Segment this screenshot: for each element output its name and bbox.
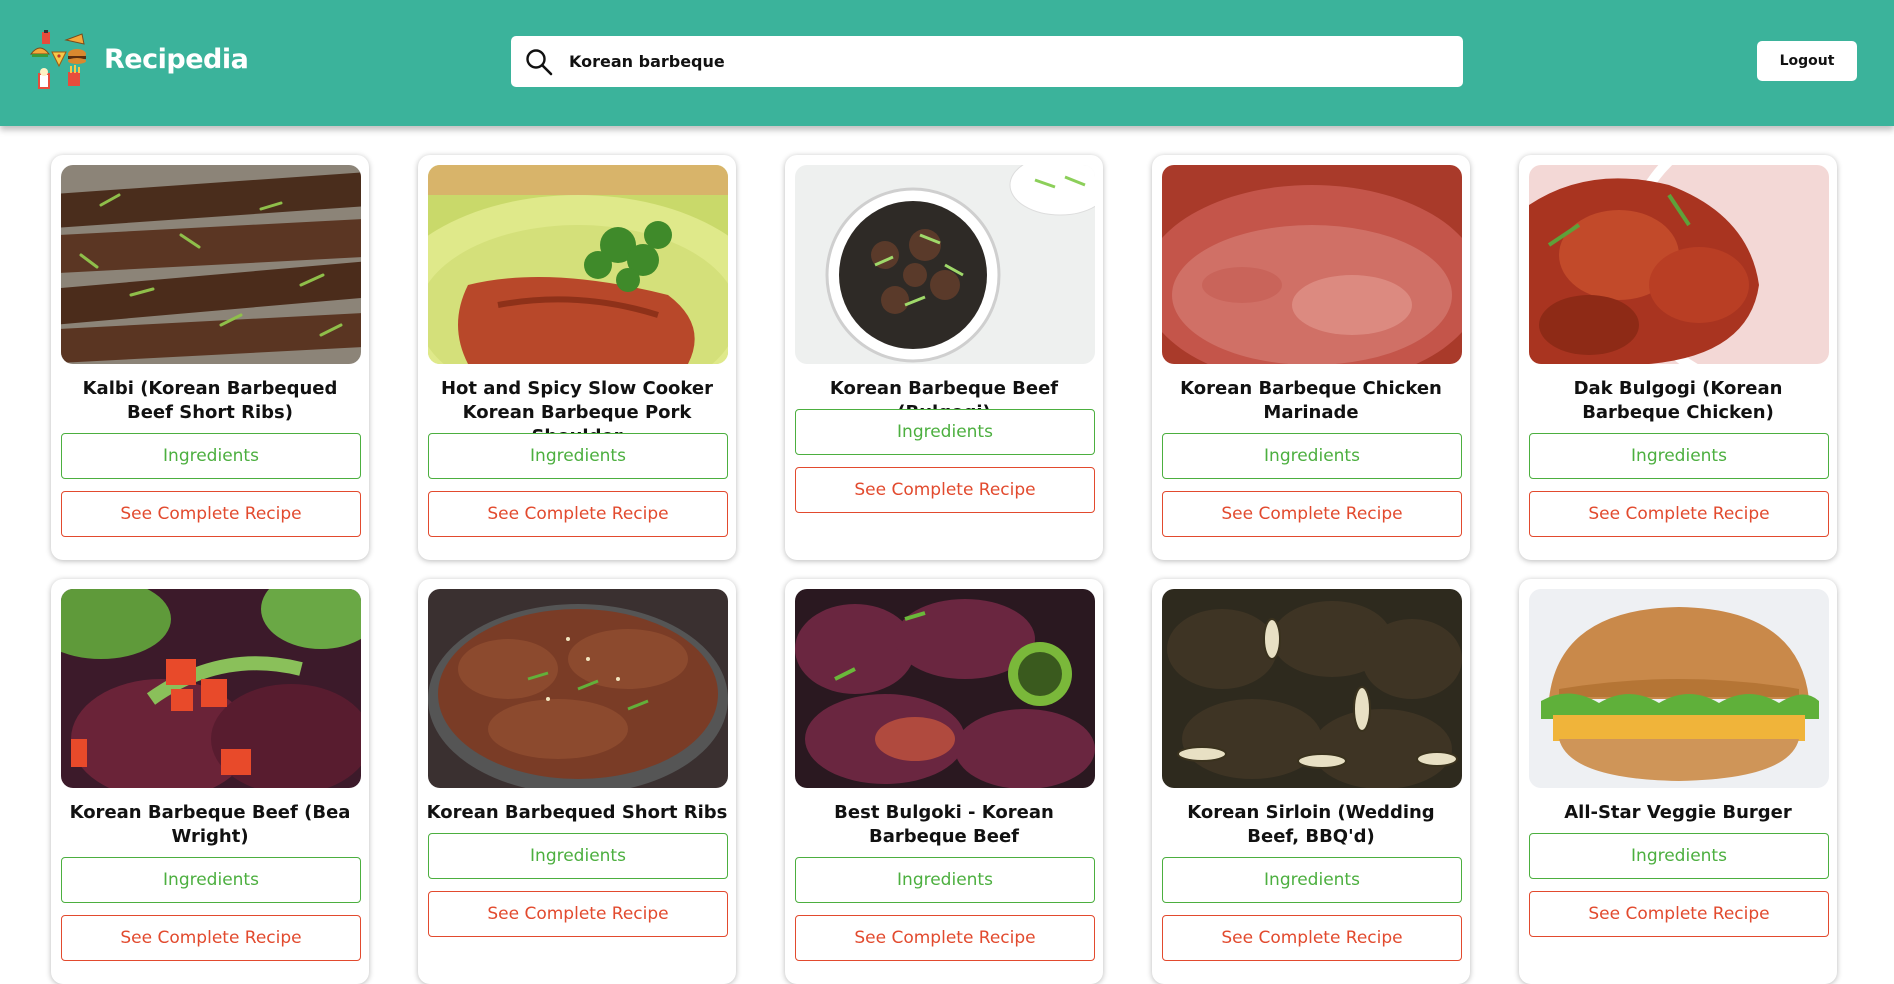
see-recipe-button[interactable]: See Complete Recipe xyxy=(1162,491,1462,537)
recipe-card: Korean Sirloin (Wedding Beef, BBQ'd) Ing… xyxy=(1152,579,1470,984)
see-recipe-button[interactable]: See Complete Recipe xyxy=(61,915,361,961)
top-bar: Recipedia Logout xyxy=(0,0,1894,126)
recipe-image[interactable] xyxy=(61,589,361,788)
food-logo-icon xyxy=(28,30,90,92)
recipe-image[interactable] xyxy=(795,165,1095,364)
ingredients-button[interactable]: Ingredients xyxy=(1529,433,1829,479)
recipe-image[interactable] xyxy=(1162,589,1462,788)
search-bar[interactable] xyxy=(511,36,1463,87)
recipe-image[interactable] xyxy=(61,165,361,364)
ingredients-button[interactable]: Ingredients xyxy=(795,857,1095,903)
see-recipe-button[interactable]: See Complete Recipe xyxy=(1529,491,1829,537)
recipe-image[interactable] xyxy=(1162,165,1462,364)
recipe-card: Best Bulgoki - Korean Barbeque Beef Ingr… xyxy=(785,579,1103,984)
see-recipe-button[interactable]: See Complete Recipe xyxy=(1162,915,1462,961)
recipe-title: Kalbi (Korean Barbequed Beef Short Ribs) xyxy=(82,378,338,423)
recipe-card: Korean Barbeque Chicken Marinade Ingredi… xyxy=(1152,155,1470,560)
recipe-card: Kalbi (Korean Barbequed Beef Short Ribs)… xyxy=(51,155,369,560)
logout-button[interactable]: Logout xyxy=(1757,41,1857,81)
ingredients-button[interactable]: Ingredients xyxy=(795,409,1095,455)
recipe-card: Korean Barbeque Beef (Bulgogi) Ingredien… xyxy=(785,155,1103,560)
see-recipe-button[interactable]: See Complete Recipe xyxy=(795,467,1095,513)
recipe-title: Korean Barbequed Short Ribs xyxy=(426,802,728,823)
see-recipe-button[interactable]: See Complete Recipe xyxy=(795,915,1095,961)
ingredients-button[interactable]: Ingredients xyxy=(1162,857,1462,903)
ingredients-button[interactable]: Ingredients xyxy=(1529,833,1829,879)
recipe-image[interactable] xyxy=(1529,589,1829,788)
recipe-image[interactable] xyxy=(428,589,728,788)
recipe-card: Korean Barbeque Beef (Bea Wright) Ingred… xyxy=(51,579,369,984)
see-recipe-button[interactable]: See Complete Recipe xyxy=(428,491,728,537)
recipe-card: Korean Barbequed Short Ribs Ingredients … xyxy=(418,579,736,984)
ingredients-button[interactable]: Ingredients xyxy=(1162,433,1462,479)
ingredients-button[interactable]: Ingredients xyxy=(61,857,361,903)
search-icon[interactable] xyxy=(525,48,553,76)
recipe-title: Korean Barbeque Chicken Marinade xyxy=(1180,378,1442,423)
recipe-card: Dak Bulgogi (Korean Barbeque Chicken) In… xyxy=(1519,155,1837,560)
recipe-image[interactable] xyxy=(428,165,728,364)
recipe-title: Best Bulgoki - Korean Barbeque Beef xyxy=(834,802,1054,847)
app-name: Recipedia xyxy=(104,44,249,75)
ingredients-button[interactable]: Ingredients xyxy=(428,433,728,479)
recipe-image[interactable] xyxy=(1529,165,1829,364)
ingredients-button[interactable]: Ingredients xyxy=(61,433,361,479)
recipe-title: All-Star Veggie Burger xyxy=(1564,802,1792,823)
ingredients-button[interactable]: Ingredients xyxy=(428,833,728,879)
see-recipe-button[interactable]: See Complete Recipe xyxy=(1529,891,1829,937)
recipe-card: Hot and Spicy Slow Cooker Korean Barbequ… xyxy=(418,155,736,560)
see-recipe-button[interactable]: See Complete Recipe xyxy=(428,891,728,937)
search-input[interactable] xyxy=(569,44,1429,78)
recipe-card: All-Star Veggie Burger Ingredients See C… xyxy=(1519,579,1837,984)
recipe-title: Korean Barbeque Beef (Bea Wright) xyxy=(69,802,351,847)
recipe-title: Dak Bulgogi (Korean Barbeque Chicken) xyxy=(1573,378,1783,423)
see-recipe-button[interactable]: See Complete Recipe xyxy=(61,491,361,537)
recipe-title: Korean Sirloin (Wedding Beef, BBQ'd) xyxy=(1187,802,1435,847)
recipe-image[interactable] xyxy=(795,589,1095,788)
